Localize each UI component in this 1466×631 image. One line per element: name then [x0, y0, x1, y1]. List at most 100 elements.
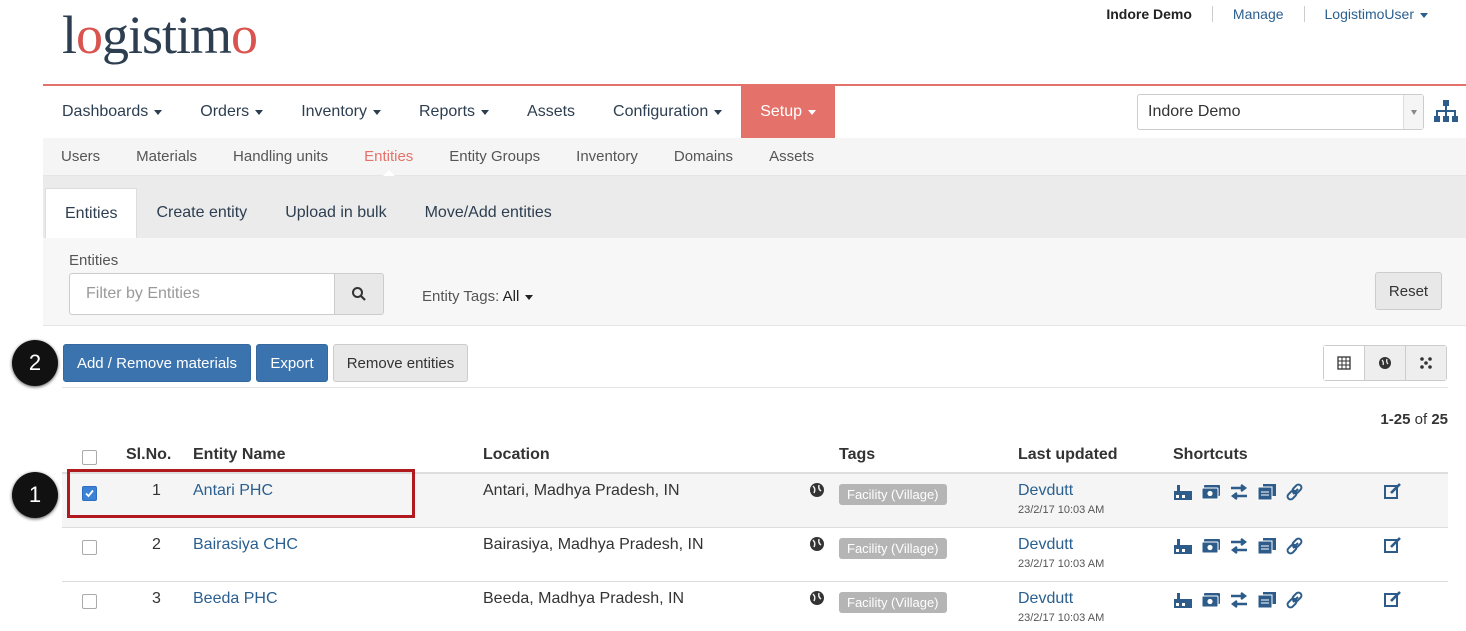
chevron-down-icon: [154, 109, 163, 115]
network-view-button[interactable]: [1405, 346, 1446, 380]
entity-name-link[interactable]: Bairasiya CHC: [193, 536, 483, 554]
user-menu[interactable]: LogistimoUser: [1303, 6, 1448, 22]
money-icon[interactable]: [1201, 590, 1221, 610]
entity-name-link[interactable]: Beeda PHC: [193, 590, 483, 608]
edit-icon[interactable]: [1383, 537, 1403, 558]
main-nav: Dashboards Orders Inventory Reports Assets Co…: [43, 84, 1466, 138]
updated-by-link[interactable]: Devdutt: [1018, 590, 1173, 608]
orders-icon[interactable]: [1257, 482, 1277, 502]
globe-icon[interactable]: [809, 537, 825, 556]
search-icon: [352, 287, 366, 301]
transfer-icon[interactable]: [1229, 482, 1249, 502]
table-row: 3 Beeda PHC Beeda, Madhya Pradesh, IN Facil…: [62, 582, 1448, 631]
chevron-down-icon: [525, 294, 534, 300]
updated-time: 23/2/17 10:03 AM: [1018, 558, 1105, 570]
header-shortcuts: Shortcuts: [1173, 446, 1248, 463]
logistimo-logo: logistimo: [62, 5, 258, 65]
subnav-entities[interactable]: Entities: [346, 138, 431, 177]
filter-panel: Entities Filter by Entities Entity Tags:…: [43, 238, 1466, 326]
subnav-handling-units[interactable]: Handling units: [215, 138, 346, 176]
subnav-entity-groups[interactable]: Entity Groups: [431, 138, 558, 176]
table-view-button[interactable]: [1324, 346, 1364, 380]
sub-nav: Users Materials Handling units Entities Enti…: [43, 138, 1466, 177]
money-icon[interactable]: [1201, 536, 1221, 556]
reset-button[interactable]: Reset: [1375, 272, 1442, 310]
header-last-updated: Last updated: [1018, 446, 1118, 463]
transfer-icon[interactable]: [1229, 590, 1249, 610]
subnav-inventory[interactable]: Inventory: [558, 138, 656, 176]
annotation-callout-1: 1: [12, 472, 58, 518]
manage-link[interactable]: Manage: [1211, 6, 1304, 22]
row-number: 3: [152, 590, 161, 607]
edit-icon[interactable]: [1383, 591, 1403, 612]
subnav-domains[interactable]: Domains: [656, 138, 751, 176]
chevron-down-icon: [714, 109, 723, 115]
transfer-icon[interactable]: [1229, 536, 1249, 556]
tag-badge: Facility (Village): [839, 484, 947, 505]
chevron-down-icon: [481, 109, 490, 115]
money-icon[interactable]: [1201, 482, 1221, 502]
globe-icon: [1379, 357, 1391, 369]
divider: [62, 387, 1448, 388]
entity-tags-filter[interactable]: Entity Tags: All: [422, 288, 534, 305]
edit-icon[interactable]: [1383, 483, 1403, 504]
chevron-down-icon: [808, 109, 817, 115]
header-entity-name[interactable]: Entity Name: [193, 446, 483, 464]
updated-by-link[interactable]: Devdutt: [1018, 536, 1173, 554]
nav-orders[interactable]: Orders: [181, 86, 282, 138]
orders-icon[interactable]: [1257, 590, 1277, 610]
link-icon[interactable]: [1285, 536, 1305, 556]
row-checkbox[interactable]: [82, 594, 97, 609]
tag-badge: Facility (Village): [839, 592, 947, 613]
pagination-info: 1-25 of 25: [1380, 411, 1448, 428]
tab-create-entity[interactable]: Create entity: [137, 188, 266, 238]
top-bar: Indore Demo Manage LogistimoUser: [1086, 6, 1448, 22]
globe-icon[interactable]: [809, 591, 825, 610]
entity-tabs: Entities Create entity Upload in bulk Move/…: [43, 176, 1466, 238]
nav-configuration[interactable]: Configuration: [594, 86, 741, 138]
current-domain-label: Indore Demo: [1106, 6, 1192, 22]
annotation-callout-2: 2: [12, 340, 58, 386]
tab-entities[interactable]: Entities: [45, 188, 138, 238]
select-all-checkbox[interactable]: [82, 449, 97, 465]
globe-icon[interactable]: [809, 483, 825, 502]
link-icon[interactable]: [1285, 482, 1305, 502]
search-button[interactable]: [334, 273, 384, 315]
subnav-materials[interactable]: Materials: [118, 138, 215, 176]
entity-filter-input[interactable]: Filter by Entities: [69, 273, 335, 315]
orders-icon[interactable]: [1257, 536, 1277, 556]
row-number: 2: [152, 536, 161, 553]
chevron-down-icon: [1420, 12, 1428, 18]
view-toggle: [1323, 345, 1447, 381]
chevron-down-icon: [373, 109, 381, 115]
nav-dashboards[interactable]: Dashboards: [43, 86, 181, 138]
stock-icon[interactable]: [1173, 536, 1193, 556]
stock-icon[interactable]: [1173, 590, 1193, 610]
map-view-button[interactable]: [1364, 346, 1405, 380]
dropdown-arrow-icon[interactable]: [1403, 95, 1423, 129]
annotation-highlight-box: [67, 469, 415, 518]
header-location: Location: [483, 446, 550, 463]
hierarchy-icon[interactable]: [1433, 98, 1459, 124]
export-button[interactable]: Export: [256, 344, 328, 382]
entity-location: Beeda, Madhya Pradesh, IN: [483, 590, 685, 607]
updated-time: 23/2/17 10:03 AM: [1018, 504, 1105, 516]
filter-label: Entities: [69, 252, 119, 269]
domain-select[interactable]: Indore Demo: [1137, 94, 1424, 130]
tab-upload-in-bulk[interactable]: Upload in bulk: [266, 188, 405, 238]
updated-by-link[interactable]: Devdutt: [1018, 482, 1173, 500]
subnav-assets[interactable]: Assets: [751, 138, 832, 176]
nav-inventory[interactable]: Inventory: [282, 86, 400, 138]
remove-entities-button[interactable]: Remove entities: [333, 344, 468, 382]
subnav-users[interactable]: Users: [43, 138, 118, 176]
link-icon[interactable]: [1285, 590, 1305, 610]
add-remove-materials-button[interactable]: Add / Remove materials: [63, 344, 251, 382]
row-checkbox[interactable]: [82, 540, 97, 555]
nav-assets[interactable]: Assets: [508, 86, 594, 138]
table-icon: [1337, 356, 1351, 370]
tab-move-add-entities[interactable]: Move/Add entities: [406, 188, 571, 238]
nav-reports[interactable]: Reports: [400, 86, 508, 138]
tag-badge: Facility (Village): [839, 538, 947, 559]
stock-icon[interactable]: [1173, 482, 1193, 502]
nav-setup[interactable]: Setup: [741, 86, 836, 138]
